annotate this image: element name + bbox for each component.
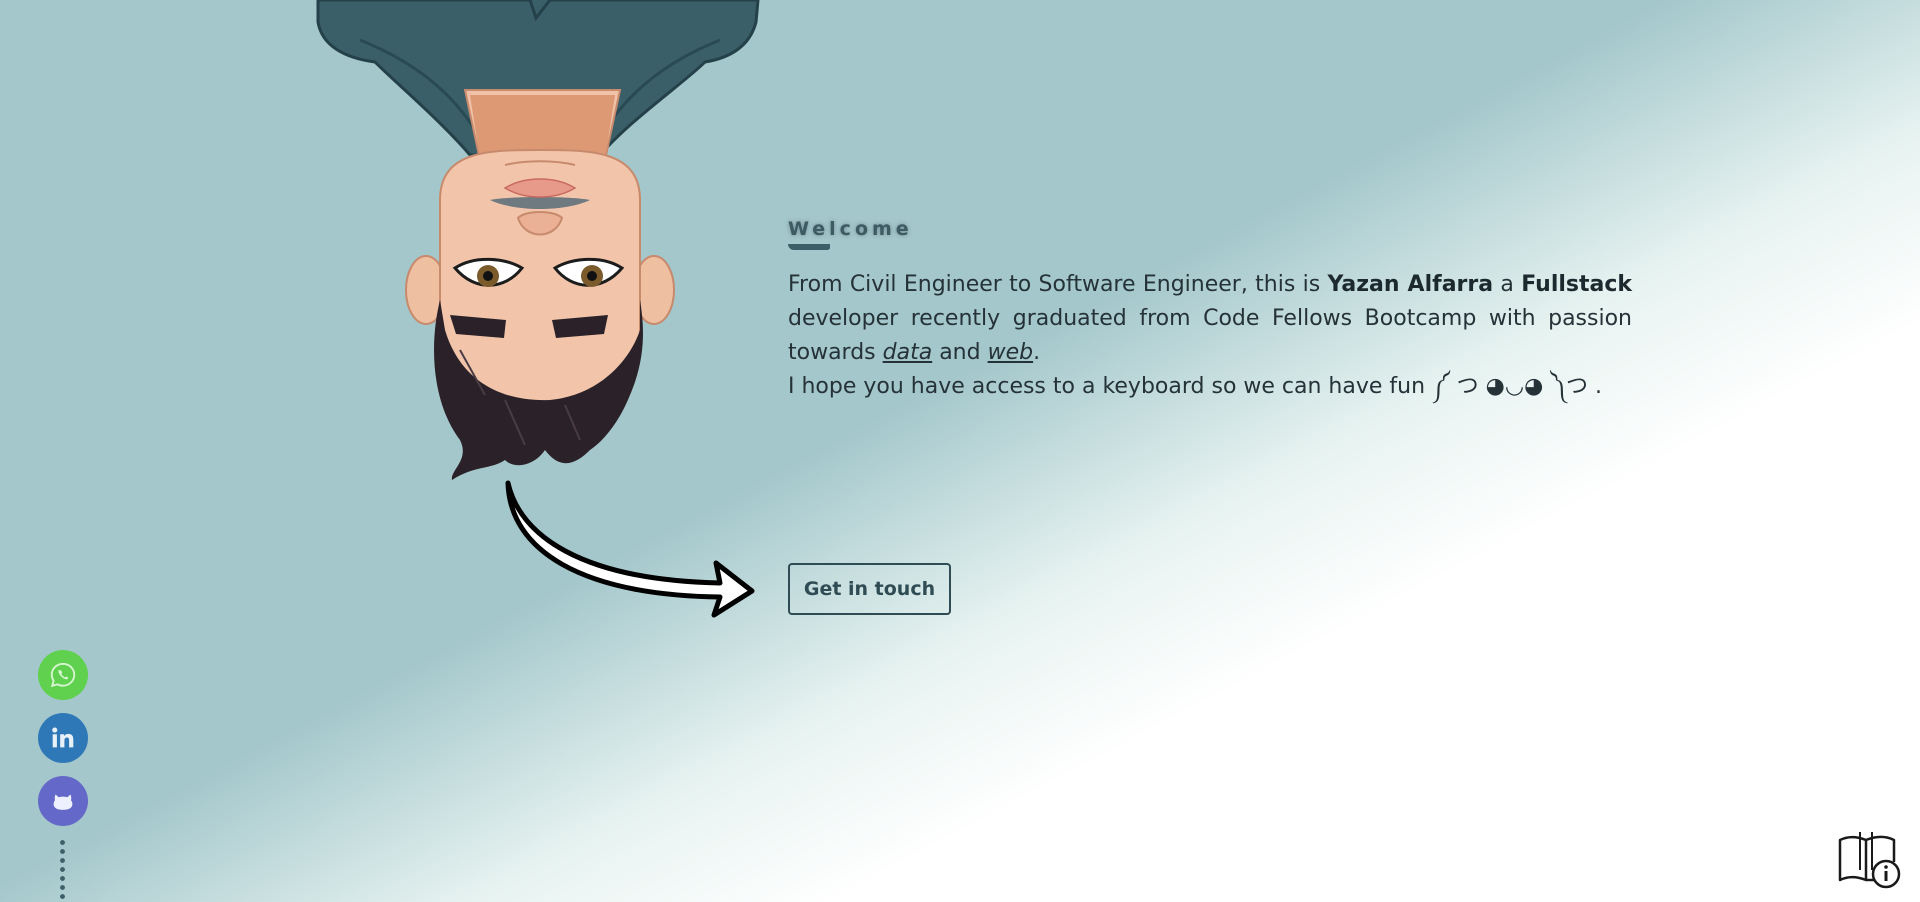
whatsapp-button[interactable] [38,650,88,700]
upside-down-avatar-illustration [300,0,780,500]
social-links [38,650,88,839]
welcome-text: Welcome [788,218,913,240]
get-in-touch-button[interactable]: Get in touch [788,563,951,615]
github-button[interactable] [38,776,88,826]
welcome-underline [788,244,830,250]
bio-text: and [932,340,988,365]
curved-arrow-icon [490,475,770,625]
linkedin-button[interactable] [38,713,88,763]
bio-role: Fullstack [1521,272,1633,297]
bio-text: a [1493,272,1522,297]
linkedin-icon [52,727,74,748]
whatsapp-icon [50,662,76,688]
bio-interest-web: web [987,340,1034,365]
github-icon [53,794,73,810]
bio-text: . [1033,340,1041,365]
intro-section: Welcome From Civil Engineer to Software … [788,218,1632,404]
keyboard-line: I hope you have access to a keyboard so … [788,374,1602,399]
guide-button[interactable] [1836,826,1902,890]
bio-name: Yazan Alfarra [1327,272,1494,297]
bio-paragraph: From Civil Engineer to Software Engineer… [788,268,1632,370]
bio-text: From Civil Engineer to Software Engineer… [788,272,1328,297]
bio-interest-data: data [882,340,933,365]
scroll-dots-indicator [60,838,65,902]
book-info-icon [1838,832,1901,889]
welcome-heading: Welcome [788,218,913,250]
